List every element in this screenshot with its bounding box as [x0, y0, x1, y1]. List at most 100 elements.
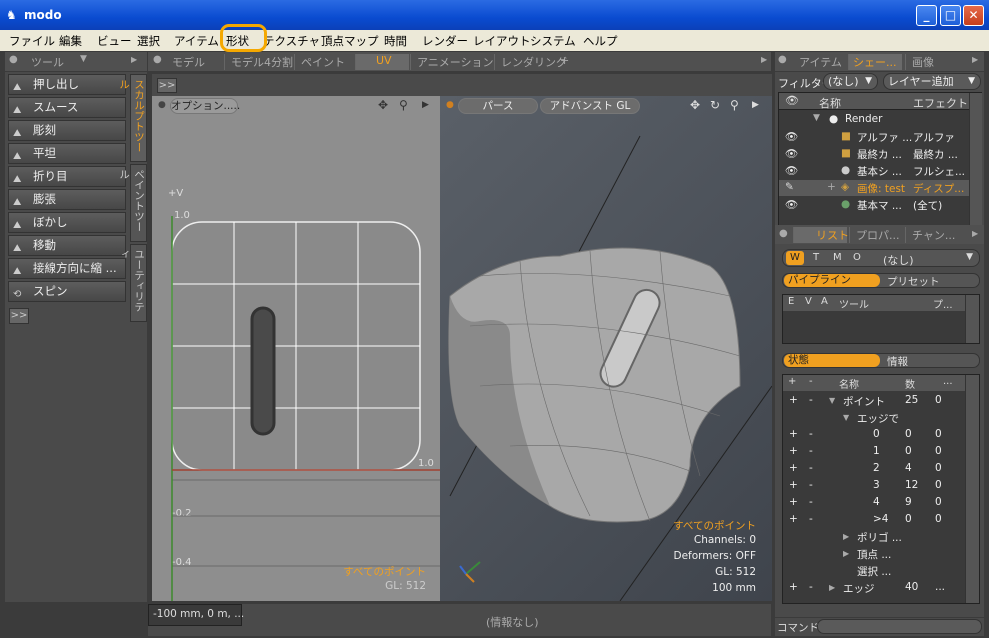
filter-m-button[interactable]: M [833, 252, 842, 263]
menu-select[interactable]: 選択 [137, 33, 160, 49]
menu-item[interactable]: アイテム [174, 33, 219, 49]
tool-spin[interactable]: ⟲ スピン [8, 281, 126, 302]
pin-icon[interactable]: ● [778, 54, 787, 65]
statistics-row[interactable]: + - 2 4 0 [783, 461, 973, 477]
expand-arrow-icon[interactable]: ▶ [843, 549, 849, 558]
statistics-row[interactable]: ▼ エッジで [783, 410, 973, 426]
vtab-utility[interactable]: ユーティリティ [118, 244, 147, 322]
statistics-row[interactable]: + - 1 0 0 [783, 444, 973, 460]
add-selection-button[interactable]: + [789, 462, 798, 474]
statistics-row[interactable]: + - 4 9 0 [783, 495, 973, 511]
statistics-row[interactable]: + - >4 0 0 [783, 512, 973, 528]
chevron-down-icon[interactable]: ▼ [80, 54, 87, 64]
maximize-button[interactable]: □ [940, 5, 961, 26]
add-selection-button[interactable]: + [789, 428, 798, 440]
filter-o-button[interactable]: O [853, 252, 861, 263]
shader-row[interactable]: 👁 ● 基本マ ... (全て) [779, 197, 969, 213]
tab-tools[interactable]: ツール [25, 54, 64, 70]
tool-carve[interactable]: ⛰ 彫刻 [8, 120, 126, 141]
statistics-row[interactable]: 選択 ... [783, 563, 973, 579]
tab-properties[interactable]: プロパ... [849, 227, 903, 243]
menu-texture[interactable]: テクスチャ [263, 33, 320, 49]
shader-row[interactable]: ▼ ● Render [779, 112, 969, 128]
remove-selection-button[interactable]: - [809, 581, 813, 593]
pin-icon[interactable]: ● [9, 54, 18, 65]
vtab-paint-tools[interactable]: ペイントツール [118, 164, 147, 242]
statistics-row[interactable]: + - 3 12 0 [783, 478, 973, 494]
eye-icon[interactable]: 👁 [785, 147, 798, 160]
tool-move[interactable]: ⛰ 移動 [8, 235, 126, 256]
tab-model[interactable]: モデル [166, 54, 224, 70]
viewport-expand-button[interactable]: >> [157, 78, 177, 93]
menu-vertex-map[interactable]: 頂点マップ [321, 33, 379, 49]
tab-model-quad[interactable]: モデル4分割 [224, 54, 293, 70]
tab-rendering[interactable]: レンダリング [494, 54, 567, 70]
statistics-row[interactable]: ▶ ポリゴ ... [783, 529, 973, 545]
tab-info[interactable]: 情報 [887, 354, 908, 369]
chevron-down-icon[interactable]: ▼ [966, 252, 973, 262]
expand-tools-button[interactable]: >> [9, 308, 29, 324]
arrow-right-icon[interactable]: ▶ [761, 55, 767, 64]
expand-arrow-icon[interactable]: ▶ [843, 532, 849, 541]
command-input[interactable] [817, 619, 982, 634]
add-selection-button[interactable]: + [789, 513, 798, 525]
menu-file[interactable]: ファイル [9, 33, 55, 49]
shader-row[interactable]: 👁 ● 基本シ ... フルシェ... [779, 163, 969, 179]
expand-arrow-icon[interactable]: ▶ [829, 583, 835, 592]
arrow-right-icon[interactable]: ▶ [972, 229, 978, 238]
close-button[interactable]: ✕ [963, 5, 984, 26]
expand-plus-icon[interactable]: + [827, 181, 836, 193]
remove-selection-button[interactable]: - [809, 394, 813, 406]
arrow-right-icon[interactable]: ▶ [131, 55, 137, 64]
tab-channels[interactable]: チャン... [905, 227, 961, 243]
remove-selection-button[interactable]: - [809, 445, 813, 457]
collapse-arrow-icon[interactable]: ▼ [843, 413, 849, 422]
tab-paint[interactable]: ペイント [294, 54, 352, 70]
tool-extrude[interactable]: ⛰ 押し出し [8, 74, 126, 95]
tab-state[interactable]: 状態 [784, 354, 880, 367]
tab-pipeline[interactable]: パイプライン [784, 274, 880, 287]
add-tab-button[interactable]: + [558, 54, 569, 70]
arrow-right-icon[interactable]: ▶ [972, 55, 978, 64]
tab-list[interactable]: リスト [793, 227, 849, 243]
filter-dropdown[interactable]: (なし) ▼ [823, 73, 878, 90]
vtab-sculpt-tools[interactable]: スカルプトツール [118, 74, 147, 162]
shader-row-selected[interactable]: ✎ + ◈ 画像: test ディスプ... [779, 180, 969, 196]
tab-shader[interactable]: シェー... [848, 54, 902, 70]
remove-selection-button[interactable]: - [809, 428, 813, 440]
menu-render[interactable]: レンダー [422, 33, 468, 49]
remove-selection-button[interactable]: - [809, 462, 813, 474]
filter-t-button[interactable]: T [813, 252, 819, 263]
filter-value[interactable]: (なし) [883, 252, 914, 268]
menu-edit[interactable]: 編集 [59, 33, 82, 49]
menu-help[interactable]: ヘルプ [583, 33, 618, 49]
tab-presets[interactable]: プリセット [887, 274, 940, 289]
tab-image[interactable]: 画像 [905, 54, 959, 70]
add-selection-button[interactable]: + [789, 445, 798, 457]
expand-arrow-icon[interactable]: ▼ [813, 113, 820, 123]
filter-w-button[interactable]: W [786, 251, 804, 265]
tab-item[interactable]: アイテム [793, 54, 847, 70]
add-selection-button[interactable]: + [789, 581, 798, 593]
statistics-row[interactable]: ▶ 頂点 ... [783, 546, 973, 562]
shader-scrollbar[interactable] [969, 93, 982, 237]
tab-animation[interactable]: アニメーション [410, 54, 494, 70]
statistics-row[interactable]: + - ▶ エッジ 40... [783, 580, 973, 596]
add-selection-button[interactable]: + [789, 479, 798, 491]
shader-row[interactable]: 👁 ■ 最終カ ... 最終カ ... [779, 146, 969, 162]
tool-crease[interactable]: ⛰ 折り目 [8, 166, 126, 187]
statistics-row[interactable]: + - 0 0 0 [783, 427, 973, 443]
statistics-row[interactable]: + - ▼ ポイント 25 0 [783, 393, 973, 409]
add-layer-dropdown[interactable]: レイヤー追加 ▼ [883, 73, 981, 90]
perspective-viewport[interactable]: ● パース アドバンスト GL ✥ ↻ ⚲ ▶ すべてのポイント Channel… [440, 96, 772, 601]
pin-icon[interactable]: ● [779, 228, 788, 239]
tab-uv[interactable]: UV [355, 54, 409, 70]
remove-selection-button[interactable]: - [809, 479, 813, 491]
eye-icon[interactable]: 👁 [785, 164, 798, 177]
statistics-scrollbar[interactable] [965, 375, 979, 603]
menu-system[interactable]: システム [530, 33, 576, 49]
brush-icon[interactable]: ✎ [785, 181, 794, 193]
tool-blur[interactable]: ⛰ ぼかし [8, 212, 126, 233]
menu-layout[interactable]: レイアウト [473, 33, 531, 49]
add-selection-button[interactable]: + [789, 394, 798, 406]
